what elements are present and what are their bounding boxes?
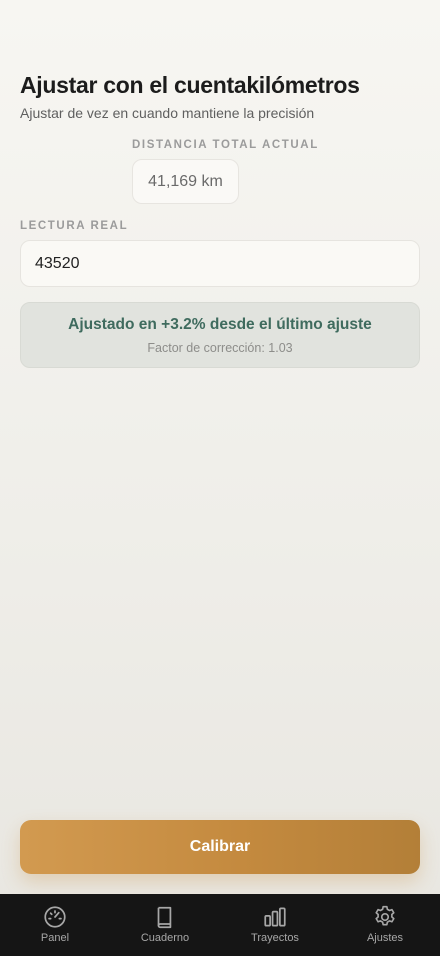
page-title: Ajustar con el cuentakilómetros: [20, 72, 360, 98]
gear-icon: [372, 904, 398, 930]
tab-trayectos[interactable]: Trayectos: [220, 894, 330, 956]
odometer-reading-input[interactable]: [20, 240, 420, 287]
gauge-icon: [42, 904, 68, 930]
bar-chart-icon: [262, 904, 288, 930]
tab-panel[interactable]: Panel: [0, 894, 110, 956]
page-subtitle: Ajustar de vez en cuando mantiene la pre…: [20, 105, 315, 121]
tab-trayectos-label: Trayectos: [251, 932, 299, 944]
page-header: Ajustar con el cuentakilómetros Ajustar …: [20, 72, 420, 121]
tab-ajustes[interactable]: Ajustes: [330, 894, 440, 956]
calibrate-button[interactable]: Calibrar: [20, 820, 420, 874]
tab-bar: Panel Cuaderno Trayectos Ajustes: [0, 894, 440, 956]
correction-factor-text: Factor de corrección: 1.03: [147, 340, 293, 355]
tab-cuaderno-label: Cuaderno: [140, 932, 190, 944]
tab-cuaderno[interactable]: Cuaderno: [110, 894, 220, 956]
book-icon: [152, 904, 178, 930]
tab-panel-label: Panel: [40, 932, 70, 944]
adjustment-result-card: Ajustado en +3.2% desde el último ajuste…: [20, 302, 420, 368]
current-distance-value: 41,169 km: [132, 159, 239, 204]
current-distance-label: DISTANCIA TOTAL ACTUAL: [132, 139, 319, 151]
adjustment-result-text: Ajustado en +3.2% desde el último ajuste: [68, 315, 372, 333]
tab-ajustes-label: Ajustes: [366, 932, 404, 944]
reading-label: LECTURA REAL: [20, 220, 129, 232]
